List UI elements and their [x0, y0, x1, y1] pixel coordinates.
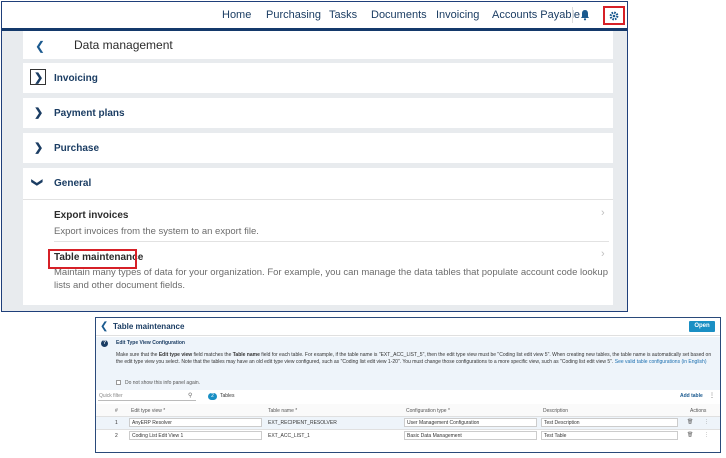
trash-icon[interactable]: 🗑	[687, 419, 693, 425]
search-icon[interactable]: ⚲	[188, 392, 192, 399]
item-description: Maintain many types of data for your org…	[54, 267, 608, 291]
chevron-right-icon: ❯	[34, 72, 44, 84]
nav-purchasing[interactable]: Purchasing	[266, 9, 321, 21]
edit-type-view-field[interactable]: Coding List Edit View 1	[129, 431, 262, 440]
description-field[interactable]: Test Table	[541, 431, 678, 440]
add-table-button[interactable]: Add table	[680, 393, 703, 399]
configuration-type-field[interactable]: Basic Data Management	[404, 431, 537, 440]
page-title: Table maintenance	[113, 322, 185, 331]
bell-icon[interactable]	[579, 9, 591, 21]
settings-highlight[interactable]	[603, 6, 625, 25]
table-maintenance-screenshot: ❮ Table maintenance Open ? Edit Type Vie…	[95, 317, 721, 453]
row-number: 2	[115, 433, 118, 439]
gear-icon[interactable]	[609, 11, 619, 21]
col-number: #	[115, 408, 118, 414]
section-purchase[interactable]: ❯ Purchase	[23, 133, 613, 163]
table-maintenance-header: ❮ Table maintenance Open	[96, 318, 720, 336]
section-label: Purchase	[54, 143, 100, 154]
section-invoicing[interactable]: ❯ Invoicing	[23, 63, 613, 93]
section-payment-plans[interactable]: ❯ Payment plans	[23, 98, 613, 128]
item-title: Export invoices	[54, 210, 129, 221]
table-maintenance-highlight	[48, 249, 137, 269]
more-options-icon[interactable]: ⋮	[704, 432, 709, 438]
col-description: Description	[543, 408, 569, 414]
configuration-type-field[interactable]: User Management Configuration	[404, 418, 537, 427]
table-row[interactable]: 2 Coding List Edit View 1 EXT_ACC_LIST_1…	[96, 430, 720, 442]
col-configuration-type: Configuration type *	[406, 408, 450, 414]
info-title: Edit Type View Configuration	[116, 340, 185, 346]
top-navigation: Home Purchasing Tasks Documents Invoicin…	[2, 2, 627, 28]
back-chevron-icon[interactable]: ❮	[100, 321, 108, 332]
checkbox[interactable]	[116, 380, 121, 386]
nav-accounts-payable[interactable]: Accounts Payable	[492, 9, 580, 21]
data-management-header: ❮ Data management	[23, 31, 613, 59]
section-general: ❯ General Export invoices Export invoice…	[23, 168, 613, 305]
section-label[interactable]: General	[54, 178, 91, 189]
item-export-invoices[interactable]: Export invoices Export invoices from the…	[23, 200, 613, 240]
info-panel: ? Edit Type View Configuration Make sure…	[96, 337, 720, 390]
valid-configurations-link[interactable]: See valid table configurations (in Engli…	[615, 359, 707, 365]
nav-divider	[572, 7, 573, 23]
dont-show-checkbox[interactable]: Do not show this info panel again.	[116, 380, 200, 386]
table-name: EXT_RECIPIENT_RESOLVER	[268, 420, 337, 426]
nav-home[interactable]: Home	[222, 9, 251, 21]
table-row[interactable]: 1 AnyERP Resolver EXT_RECIPIENT_RESOLVER…	[96, 417, 720, 429]
table-name: EXT_ACC_LIST_1	[268, 433, 310, 439]
item-description: Export invoices from the system to an ex…	[54, 226, 259, 237]
col-edit-type-view: Edit type view *	[131, 408, 166, 414]
open-button[interactable]: Open	[689, 321, 715, 332]
nav-invoicing[interactable]: Invoicing	[436, 9, 479, 21]
data-management-panel: ❮ Data management ❯ Invoicing ❯ Payment …	[2, 31, 627, 311]
nav-documents[interactable]: Documents	[371, 9, 427, 21]
page-title: Data management	[74, 38, 173, 52]
tables-label: Tables	[220, 393, 235, 399]
quick-filter-input[interactable]: Quick filter	[98, 392, 196, 401]
chevron-right-icon: ›	[601, 248, 605, 260]
col-table-name: Table name *	[268, 408, 298, 414]
checkbox-label: Do not show this info panel again.	[125, 380, 201, 386]
edit-type-view-field[interactable]: AnyERP Resolver	[129, 418, 262, 427]
col-actions: Actions	[690, 408, 707, 414]
data-management-screenshot: Home Purchasing Tasks Documents Invoicin…	[1, 1, 628, 312]
more-options-icon[interactable]: ⋮	[704, 419, 709, 425]
table-toolbar: Quick filter ⚲ 2 Tables Add table ⋮	[96, 391, 720, 402]
info-text: Make sure that the Edit type view field …	[116, 352, 712, 365]
section-label: Invoicing	[54, 73, 98, 84]
chevron-right-icon: ❯	[34, 107, 44, 119]
section-label: Payment plans	[54, 108, 125, 119]
table-header-row: # Edit type view * Table name * Configur…	[96, 404, 720, 416]
nav-tasks[interactable]: Tasks	[329, 9, 357, 21]
more-options-icon[interactable]: ⋮	[709, 392, 715, 399]
description-field[interactable]: Test Description	[541, 418, 678, 427]
back-chevron-icon[interactable]: ❮	[35, 39, 45, 53]
chevron-right-icon: ›	[601, 207, 605, 219]
trash-icon[interactable]: 🗑	[687, 432, 693, 438]
chevron-right-icon: ❯	[34, 142, 44, 154]
chevron-down-icon[interactable]: ❯	[31, 178, 44, 187]
question-icon: ?	[101, 340, 108, 347]
tables-count-badge: 2	[208, 393, 217, 400]
row-number: 1	[115, 420, 118, 426]
